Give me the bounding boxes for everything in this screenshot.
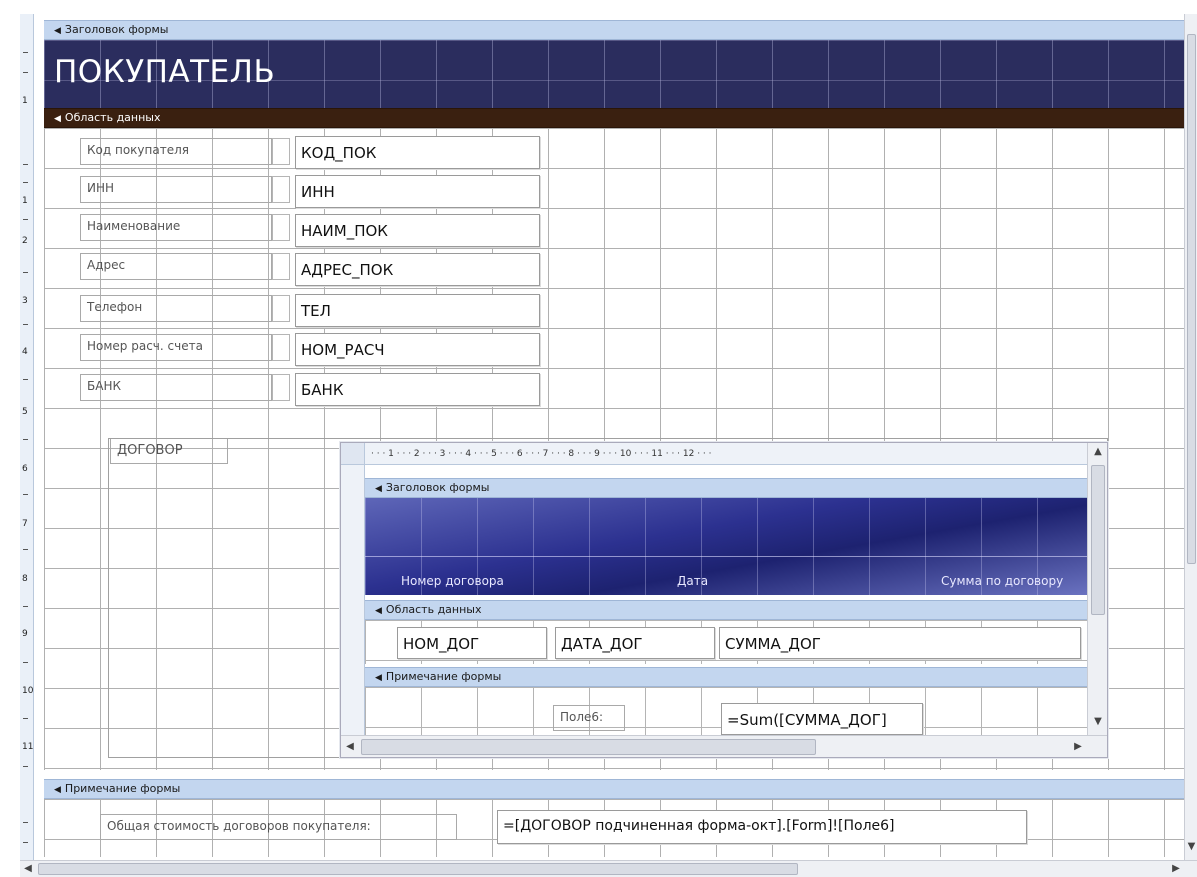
section-marker-icon: ◀ <box>54 26 61 36</box>
label-inn[interactable]: ИНН <box>80 176 272 203</box>
column-header-date[interactable]: Дата <box>677 574 708 588</box>
section-marker-icon: ◀ <box>375 673 382 683</box>
subform-container[interactable]: · · · 1 · · · 2 · · · 3 · · · 4 · · · 5 … <box>340 442 1108 758</box>
label-total-cost[interactable]: Общая стоимость договоров покупателя: <box>100 814 457 840</box>
main-horizontal-scrollbar[interactable]: ◀ ▶ <box>20 860 1197 877</box>
subform-footer-section-bar[interactable]: ◀ Примечание формы <box>365 667 1087 687</box>
field-contract-number[interactable]: НОМ_ДОГ <box>397 627 547 659</box>
field-phone[interactable]: ТЕЛ <box>295 294 540 327</box>
scroll-right-arrow-icon[interactable]: ▶ <box>1071 740 1085 754</box>
label-phone[interactable]: Телефон <box>80 295 272 322</box>
field-address[interactable]: АДРЕС_ПОК <box>295 253 540 286</box>
section-marker-icon: ◀ <box>54 114 61 124</box>
label-bank[interactable]: БАНК <box>80 374 272 401</box>
column-header-contract-number[interactable]: Номер договора <box>401 574 504 588</box>
ruler-number: 1 <box>22 96 28 106</box>
scrollbar-thumb[interactable] <box>361 739 816 755</box>
label-field6[interactable]: Поле6: <box>553 705 625 731</box>
ruler-number: 6 <box>22 464 28 474</box>
label-customer-code[interactable]: Код покупателя <box>80 138 272 165</box>
scrollbar-thumb[interactable] <box>38 863 798 875</box>
subform-detail-section-bar[interactable]: ◀ Область данных <box>365 600 1087 620</box>
scroll-down-arrow-icon[interactable]: ▼ <box>1090 715 1106 729</box>
section-marker-icon: ◀ <box>375 484 382 494</box>
label-address[interactable]: Адрес <box>80 253 272 280</box>
section-marker-icon: ◀ <box>375 606 382 616</box>
scrollbar-thumb[interactable] <box>1187 34 1196 564</box>
ruler-number: 10 <box>22 686 34 696</box>
form-header-section-bar[interactable]: ◀ Заголовок формы <box>44 20 1184 40</box>
ruler-number: 2 <box>22 236 28 246</box>
section-title: Область данных <box>64 111 161 124</box>
field-customer-code[interactable]: КОД_ПОК <box>295 136 540 169</box>
ruler-number: 8 <box>22 574 28 584</box>
form-title[interactable]: ПОКУПАТЕЛЬ <box>54 54 275 90</box>
subform-horizontal-scrollbar[interactable]: ◀ ▶ <box>341 735 1107 757</box>
section-title: Область данных <box>385 603 482 616</box>
section-title: Примечание формы <box>385 670 502 683</box>
scroll-left-arrow-icon[interactable]: ◀ <box>343 740 357 754</box>
field-account[interactable]: НОМ_РАСЧ <box>295 333 540 366</box>
field-bank[interactable]: БАНК <box>295 373 540 406</box>
form-header-band: ПОКУПАТЕЛЬ <box>44 40 1184 108</box>
section-title: Заголовок формы <box>385 481 490 494</box>
label-name[interactable]: Наименование <box>80 214 272 241</box>
section-marker-icon: ◀ <box>54 785 61 795</box>
subform-vertical-ruler <box>341 465 365 735</box>
section-title: Примечание формы <box>64 782 181 795</box>
subform-header-band: Номер договора Дата Сумма по договору <box>365 498 1087 595</box>
main-vertical-scrollbar[interactable]: ▼ <box>1184 14 1197 860</box>
scroll-down-arrow-icon[interactable]: ▼ <box>1185 840 1197 854</box>
section-title: Заголовок формы <box>64 23 169 36</box>
ruler-text: · · · 1 · · · 2 · · · 3 · · · 4 · · · 5 … <box>371 449 712 459</box>
scroll-left-arrow-icon[interactable]: ◀ <box>22 862 34 876</box>
field-contract-sum[interactable]: СУММА_ДОГ <box>719 627 1081 659</box>
ruler-number: 3 <box>22 296 28 306</box>
subform-vertical-scrollbar[interactable]: ▲ ▼ <box>1087 443 1107 735</box>
detail-section-bar[interactable]: ◀ Область данных <box>44 108 1184 128</box>
ruler-number: 7 <box>22 519 28 529</box>
field-inn[interactable]: ИНН <box>295 175 540 208</box>
form-footer-section-bar[interactable]: ◀ Примечание формы <box>44 779 1184 799</box>
vertical-ruler: 1 1 2 3 4 5 6 7 8 9 10 11 <box>20 14 34 860</box>
field-name[interactable]: НАИМ_ПОК <box>295 214 540 247</box>
label-account[interactable]: Номер расч. счета <box>80 334 272 361</box>
ruler-number: 4 <box>22 347 28 357</box>
field-total-cost[interactable]: =[ДОГОВОР подчиненная форма-окт].[Form]!… <box>497 810 1027 844</box>
field-contract-date[interactable]: ДАТА_ДОГ <box>555 627 715 659</box>
scroll-right-arrow-icon[interactable]: ▶ <box>1170 862 1182 876</box>
ruler-number: 9 <box>22 629 28 639</box>
subform-horizontal-ruler: · · · 1 · · · 2 · · · 3 · · · 4 · · · 5 … <box>365 443 1093 465</box>
ruler-number: 5 <box>22 407 28 417</box>
ruler-number: 11 <box>22 742 34 752</box>
subform-header-section-bar[interactable]: ◀ Заголовок формы <box>365 478 1087 498</box>
field-sum-total[interactable]: =Sum([СУММА_ДОГ] <box>721 703 923 735</box>
ruler-number: 1 <box>22 196 28 206</box>
column-header-sum[interactable]: Сумма по договору <box>941 574 1063 588</box>
scroll-up-arrow-icon[interactable]: ▲ <box>1090 445 1106 459</box>
scrollbar-thumb[interactable] <box>1091 465 1105 615</box>
